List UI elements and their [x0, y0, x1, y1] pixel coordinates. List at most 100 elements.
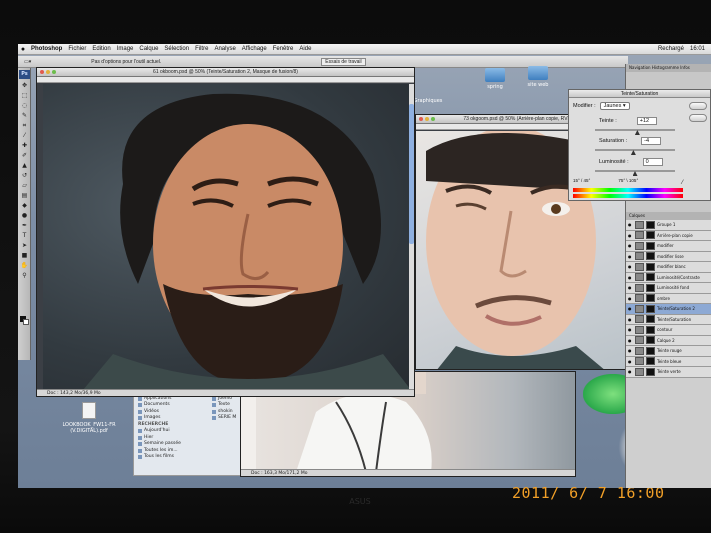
layers-panel-tab[interactable]: Calques	[626, 212, 711, 220]
layer-row[interactable]: ● Luminosité fond	[626, 283, 711, 294]
menu-filtre[interactable]: Filtre	[195, 46, 208, 52]
dodge-tool-icon[interactable]: ●	[20, 212, 29, 219]
layer-row[interactable]: ● Teinte/Saturation	[626, 314, 711, 325]
finder-search-all-movies[interactable]: Tous les films	[138, 454, 248, 461]
lightness-value-input[interactable]: 0	[642, 158, 663, 166]
text-tool-icon[interactable]: T	[20, 232, 29, 239]
layer-visibility-eye-icon[interactable]: ●	[628, 348, 633, 353]
hue-value-input[interactable]: +12	[636, 117, 657, 125]
layer-row[interactable]: ● Arrière-plan copie	[626, 230, 711, 241]
layer-visibility-eye-icon[interactable]: ●	[628, 369, 633, 374]
document-titlebar[interactable]: 61 okboom.psd @ 50% (Teinte/Saturation 2…	[37, 68, 414, 77]
crop-tool-icon[interactable]: ⌗	[20, 122, 29, 129]
layer-row[interactable]: ● Teinte rouge	[626, 346, 711, 357]
apple-menu-icon[interactable]: ●	[18, 46, 28, 53]
move-tool-icon[interactable]: ✥	[20, 82, 29, 89]
gradient-tool-icon[interactable]: ▤	[20, 192, 29, 199]
menu-fichier[interactable]: Fichier	[68, 46, 86, 52]
layer-visibility-eye-icon[interactable]: ●	[628, 327, 633, 332]
zoom-tool-icon[interactable]: ⚲	[20, 272, 29, 279]
eraser-tool-icon[interactable]: ▱	[20, 182, 29, 189]
layer-visibility-eye-icon[interactable]: ●	[628, 359, 633, 364]
desktop-pdf-file[interactable]: LOOKBOOK_FW11-FR (V.DIGITAL).pdf	[54, 402, 124, 434]
layer-row[interactable]: ● modifier blanc	[626, 262, 711, 273]
layer-visibility-eye-icon[interactable]: ●	[628, 264, 633, 269]
app-menu[interactable]: Photoshop	[31, 46, 62, 52]
layer-row[interactable]: ● Luminosité/Contraste	[626, 272, 711, 283]
layer-visibility-eye-icon[interactable]: ●	[628, 233, 633, 238]
minimize-icon[interactable]	[425, 117, 429, 121]
layer-row[interactable]: ● Teinte/Saturation 2	[626, 304, 711, 315]
menubar-status[interactable]: Rechargé	[658, 46, 684, 52]
menu-analyse[interactable]: Analyse	[214, 46, 235, 52]
workspace-select[interactable]: Essais de travail	[321, 57, 366, 66]
zoom-icon[interactable]	[431, 117, 435, 121]
eyedropper-icon[interactable]: ⁄	[682, 180, 683, 186]
background-color-swatch[interactable]	[23, 319, 29, 325]
layer-row[interactable]: ● modifier lisse	[626, 251, 711, 262]
minimize-icon[interactable]	[46, 70, 50, 74]
document-window-1[interactable]: 61 okboom.psd @ 50% (Teinte/Saturation 2…	[36, 67, 415, 397]
tool-preset-icon[interactable]: ▭▾	[24, 59, 31, 65]
history-brush-icon[interactable]: ↺	[20, 172, 29, 179]
layer-visibility-eye-icon[interactable]: ●	[628, 338, 633, 343]
layer-visibility-eye-icon[interactable]: ●	[628, 243, 633, 248]
stamp-tool-icon[interactable]: ▲	[20, 162, 29, 169]
layer-row[interactable]: ● Teinte bleue	[626, 356, 711, 367]
layer-visibility-eye-icon[interactable]: ●	[628, 254, 633, 259]
close-icon[interactable]	[40, 70, 44, 74]
lasso-tool-icon[interactable]: ◌	[20, 102, 29, 109]
layer-name: Teinte rouge	[657, 348, 682, 354]
menu-affichage[interactable]: Affichage	[242, 46, 267, 52]
blur-tool-icon[interactable]: ◆	[20, 202, 29, 209]
marquee-tool-icon[interactable]: ⬚	[20, 92, 29, 99]
eyedropper-tool-icon[interactable]: ⁄	[20, 132, 29, 139]
layer-mask-thumbnail	[646, 231, 655, 240]
layer-visibility-eye-icon[interactable]: ●	[628, 296, 633, 301]
layer-row[interactable]: ● Groupe 1	[626, 220, 711, 231]
cancel-button[interactable]	[689, 114, 707, 122]
layer-row[interactable]: ● modifier	[626, 241, 711, 252]
close-icon[interactable]	[419, 117, 423, 121]
layer-row[interactable]: ● Calque 2	[626, 335, 711, 346]
saturation-slider-track[interactable]	[595, 149, 675, 151]
layer-row[interactable]: ● contour	[626, 325, 711, 336]
shape-tool-icon[interactable]: ■	[20, 252, 29, 259]
pen-tool-icon[interactable]: ✒	[20, 222, 29, 229]
layer-thumbnail	[635, 273, 644, 282]
layer-visibility-eye-icon[interactable]: ●	[628, 306, 633, 311]
layer-row[interactable]: ● ombre	[626, 293, 711, 304]
navigator-panel-tabs[interactable]: Navigation Histogramme Infos	[626, 64, 711, 72]
layer-visibility-eye-icon[interactable]: ●	[628, 222, 633, 227]
vertical-scrollbar[interactable]	[409, 84, 414, 390]
hand-tool-icon[interactable]: ✋	[20, 262, 29, 269]
menu-calque[interactable]: Calque	[139, 46, 158, 52]
desktop-folder-site-web[interactable]: site web	[516, 66, 560, 88]
zoom-icon[interactable]	[52, 70, 56, 74]
layer-visibility-eye-icon[interactable]: ●	[628, 285, 633, 290]
hue-slider-track[interactable]	[595, 129, 675, 131]
finder-file[interactable]: SERIE M	[212, 415, 236, 422]
brush-tool-icon[interactable]: ✐	[20, 152, 29, 159]
menubar-clock[interactable]: 16:01	[690, 46, 705, 52]
quick-select-tool-icon[interactable]: ✎	[20, 112, 29, 119]
layer-row[interactable]: ● Teinte verte	[626, 367, 711, 378]
ok-button[interactable]	[689, 102, 707, 110]
desktop-folder-spring[interactable]: spring	[473, 68, 517, 90]
menu-aide[interactable]: Aide	[299, 46, 311, 52]
menu-selection[interactable]: Sélection	[164, 46, 189, 52]
scrollbar-thumb[interactable]	[409, 104, 414, 244]
layer-mask-thumbnail	[646, 283, 655, 292]
healing-tool-icon[interactable]: ✚	[20, 142, 29, 149]
folder-icon	[212, 409, 216, 414]
saturation-value-input[interactable]: -4	[641, 137, 662, 145]
modifier-select[interactable]: Jaunes ▾	[599, 102, 630, 110]
menu-fenetre[interactable]: Fenêtre	[273, 46, 294, 52]
document-canvas[interactable]	[43, 84, 411, 390]
layer-visibility-eye-icon[interactable]: ●	[628, 317, 633, 322]
path-select-tool-icon[interactable]: ➤	[20, 242, 29, 249]
layer-visibility-eye-icon[interactable]: ●	[628, 275, 633, 280]
menu-edition[interactable]: Edition	[92, 46, 110, 52]
finder-window: Journal Applications Documents Vidéos Im…	[133, 386, 253, 476]
menu-image[interactable]: Image	[117, 46, 134, 52]
